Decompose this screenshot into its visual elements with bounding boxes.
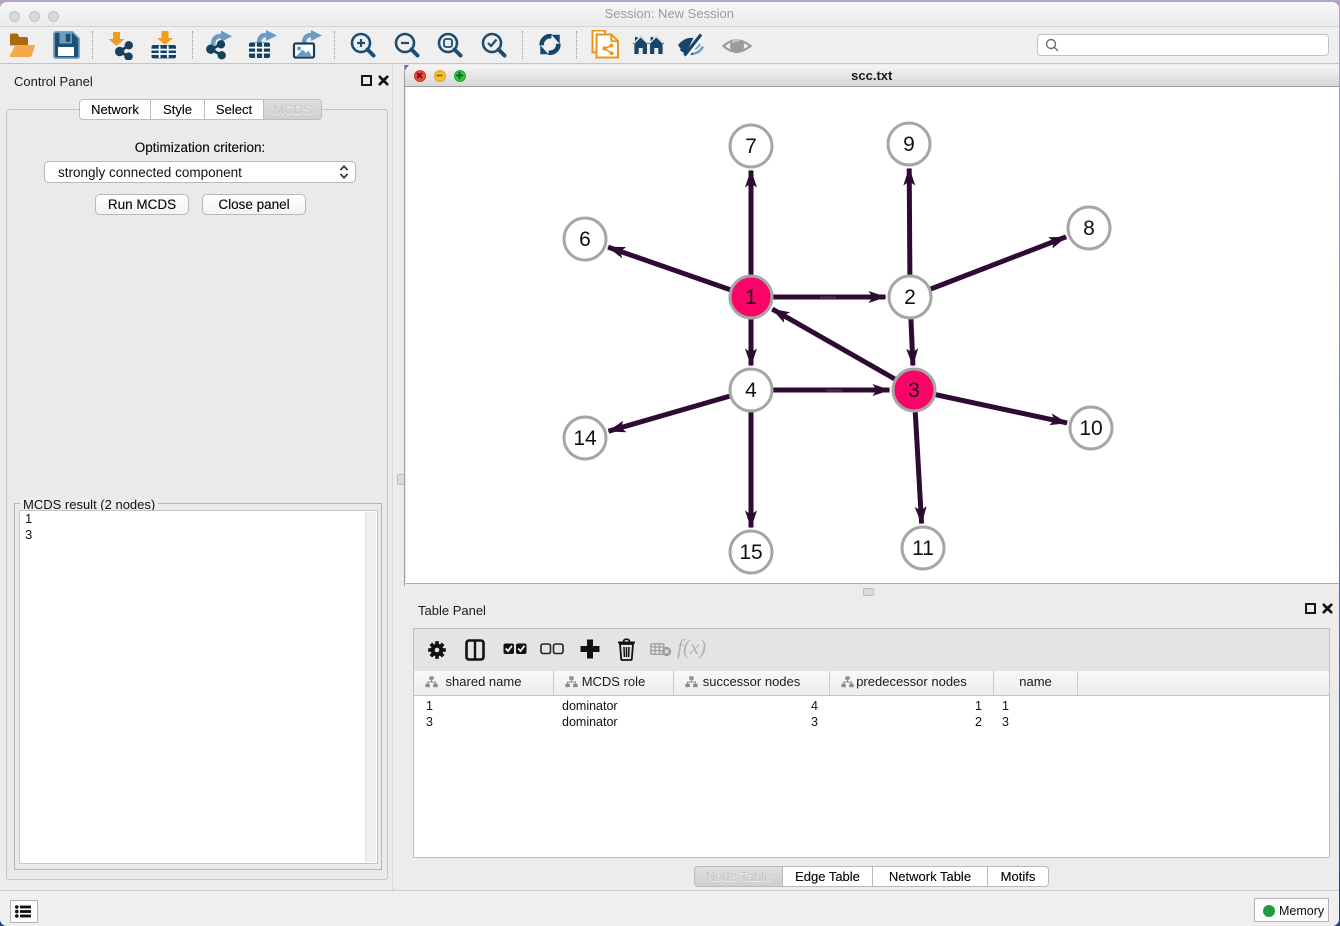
svg-text:3: 3 [908, 379, 920, 402]
svg-text:10: 10 [1079, 417, 1102, 440]
svg-text:15: 15 [739, 541, 762, 564]
svg-text:8: 8 [1083, 217, 1095, 240]
svg-text:6: 6 [579, 228, 591, 251]
svg-text:9: 9 [903, 133, 915, 156]
svg-text:11: 11 [912, 537, 934, 560]
svg-text:1: 1 [745, 286, 757, 309]
svg-text:14: 14 [573, 427, 597, 450]
svg-text:4: 4 [745, 379, 757, 402]
svg-text:7: 7 [745, 135, 757, 158]
svg-text:2: 2 [904, 286, 916, 309]
